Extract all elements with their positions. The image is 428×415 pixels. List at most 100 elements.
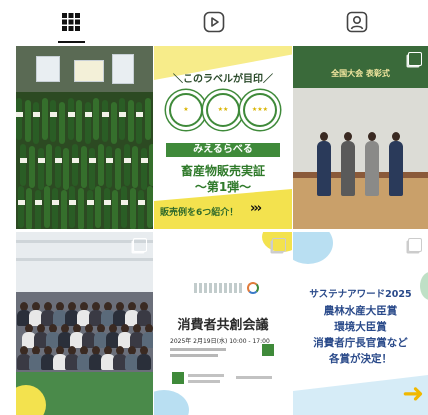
logo-mark [172, 372, 184, 384]
cucumber [128, 100, 134, 142]
cucumber [104, 188, 110, 229]
cucumber [132, 146, 138, 188]
person-head [344, 132, 352, 141]
store-sign [112, 54, 134, 84]
post-thumbnail-group-photo[interactable] [16, 232, 153, 415]
label-name-band: みえるらべる [166, 143, 280, 157]
price-tag [68, 112, 75, 117]
cucumber [145, 98, 151, 140]
price-tag [141, 158, 148, 163]
cucumber [106, 146, 112, 188]
cucumber [38, 148, 44, 190]
cucumber [136, 102, 142, 144]
price-tag [102, 112, 109, 117]
cucumber [50, 100, 56, 142]
cucumber [87, 190, 93, 229]
price-tag [38, 158, 45, 163]
tab-posts[interactable] [0, 0, 143, 44]
price-tag [121, 200, 128, 205]
person-head [368, 132, 376, 141]
event-info-line [170, 354, 218, 357]
post-thumbnail-sustaina-award[interactable]: サステナアワード2025 農林水産大臣賞 環境大臣賞 消費者庁長官賞など 各賞が… [293, 232, 428, 415]
cucumber [55, 146, 61, 188]
cucumber [69, 186, 75, 228]
cucumber [138, 190, 144, 229]
cucumber [112, 190, 118, 229]
person [365, 141, 379, 196]
cucumber [121, 186, 127, 228]
carousel-icon [408, 238, 422, 252]
post-thumbnail-consumer-meeting[interactable]: 消費者共創会議 2025年 2月19日(水) 10:00 - 17:00 [154, 232, 292, 415]
organizer-logo [194, 283, 244, 293]
price-tag [18, 200, 25, 205]
cucumber [46, 144, 52, 186]
price-tag [89, 158, 96, 163]
cucumber [81, 146, 87, 188]
cucumber [42, 98, 48, 140]
label-badge-2: ★★ [203, 90, 243, 130]
cucumber [93, 98, 99, 140]
cucumber [59, 102, 65, 144]
banner-text: 全国大会 表彰式 [331, 69, 390, 78]
post-title: 畜産物販売実証 ～第1弾～ [180, 164, 265, 194]
cucumber [20, 144, 26, 186]
store-sign [36, 56, 60, 82]
post-thumbnail-award-ceremony[interactable]: 全国大会 表彰式 [293, 46, 428, 229]
price-tag [55, 158, 62, 163]
carousel-icon [408, 52, 422, 66]
arrow-right-icon: ➜ [402, 379, 424, 409]
post-title: 消費者共創会議 [177, 318, 269, 333]
tagged-user-icon [346, 11, 367, 33]
decorative-shape [293, 232, 333, 264]
post-headline: ＼このラベルが目印／ [173, 74, 273, 85]
cucumber [85, 102, 91, 144]
price-tag [52, 200, 59, 205]
award-line: 各賞が決定！ [329, 353, 392, 365]
cucumber [89, 148, 95, 190]
post-cta: 販売例を6つ紹介！ [160, 208, 239, 218]
person-head [320, 132, 328, 141]
cucumber [141, 148, 147, 190]
tab-tagged[interactable] [285, 0, 428, 44]
cucumber [124, 144, 130, 186]
chevron-right-icon: ››› [250, 201, 262, 216]
price-tag [138, 200, 145, 205]
cucumber [33, 102, 39, 144]
label-badge-3: ★★★ [240, 90, 280, 130]
grid-icon [62, 13, 81, 31]
stage-wall [293, 88, 428, 178]
price-tag [87, 200, 94, 205]
price-tag [85, 112, 92, 117]
person [341, 141, 355, 196]
cucumber [52, 188, 58, 229]
cucumber [63, 148, 69, 190]
post-thumbnail-label-campaign[interactable]: ＼このラベルが目印／ ★ ★★ ★★★ みえるらべる 畜産物販売実証 ～第1弾～… [154, 46, 292, 229]
cucumber [29, 146, 35, 188]
price-tag [33, 112, 40, 117]
cucumber [16, 98, 22, 140]
price-tag [119, 112, 126, 117]
cucumber [147, 186, 153, 228]
price-tag [20, 158, 27, 163]
label-badge-1: ★ [166, 90, 206, 130]
price-tag [136, 112, 143, 117]
tab-reels[interactable] [143, 0, 286, 44]
carousel-icon [133, 238, 147, 252]
carousel-icon [272, 238, 286, 252]
price-tag [106, 158, 113, 163]
price-tag [72, 158, 79, 163]
award-line: 農林水産大臣賞 [323, 305, 398, 317]
fine-print [188, 380, 220, 383]
cucumber [44, 186, 50, 228]
posts-grid: ＼このラベルが目印／ ★ ★★ ★★★ みえるらべる 畜産物販売実証 ～第1弾～… [16, 46, 428, 415]
award-line: 環境大臣賞 [334, 321, 387, 333]
cucumber [98, 144, 104, 186]
ceiling-beam [16, 258, 153, 261]
cucumber [35, 190, 41, 229]
fine-print [188, 374, 224, 377]
person [137, 354, 151, 370]
post-thumbnail-cucumbers[interactable] [16, 46, 153, 229]
store-sign [74, 60, 104, 82]
cucumber [78, 188, 84, 229]
price-tag [124, 158, 131, 163]
